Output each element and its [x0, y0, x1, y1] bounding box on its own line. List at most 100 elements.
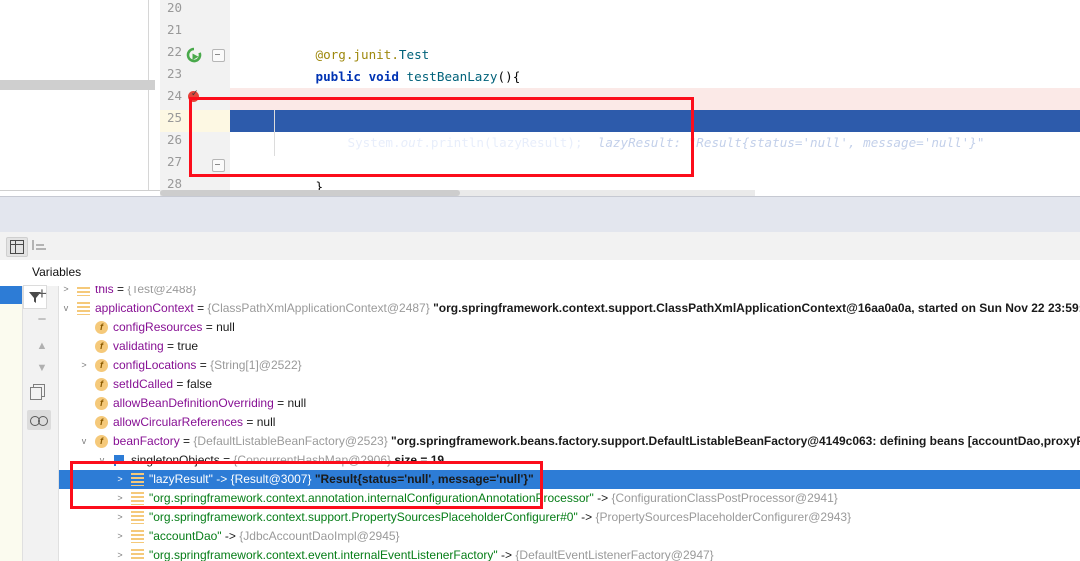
table-view-icon[interactable] [6, 237, 28, 257]
variable-name: this [95, 286, 114, 296]
expand-arrow-icon[interactable]: > [114, 470, 126, 489]
field-icon: f [95, 340, 108, 353]
variable-name: applicationContext [95, 301, 194, 315]
map-entry-key: "org.springframework.context.event.inter… [149, 548, 498, 561]
field-icon: f [95, 397, 108, 410]
map-arrow: -> [224, 529, 236, 543]
code-text-area[interactable]: @org.junit.Test public void testBeanLazy… [230, 0, 1080, 196]
map-entry-key: "accountDao" [149, 529, 222, 543]
variable-row-configresources[interactable]: f configResources = null [59, 318, 1080, 337]
line-number: 28 [166, 176, 182, 191]
collapse-arrow-icon[interactable]: v [96, 451, 108, 470]
breakpoint-verified-check: ✓ [191, 88, 199, 98]
variable-row-configlocations[interactable]: > f configLocations = {String[1]@2522} [59, 356, 1080, 375]
code-line-23: ApplicationContext applicationContext = … [230, 66, 1080, 106]
code-line-25: System.out.println(lazyResult); lazyResu… [230, 110, 1080, 150]
object-icon [77, 286, 90, 296]
variables-side-toolbar[interactable]: + − ▲ ▼ [23, 284, 59, 561]
move-up-button[interactable]: ▲ [32, 336, 52, 356]
variable-row-this[interactable]: > this = {Test@2488} [59, 286, 1080, 299]
variable-name: configLocations [113, 358, 197, 372]
code-line-24: Object lazyResult = applicationContext.g… [230, 88, 1080, 128]
code-line-27: } [230, 154, 1080, 194]
panel-splitter-band[interactable] [0, 196, 1080, 232]
field-icon: f [95, 359, 108, 372]
expand-arrow-icon[interactable]: > [78, 356, 90, 375]
tab-variables[interactable]: Variables [32, 265, 81, 279]
left-panel-divider-band [0, 80, 155, 90]
variable-name: beanFactory [113, 434, 180, 448]
variable-row-beanfactory[interactable]: v f beanFactory = {DefaultListableBeanFa… [59, 432, 1080, 451]
code-line-21: @org.junit.Test [230, 22, 1080, 62]
variable-name: allowCircularReferences [113, 415, 244, 429]
variable-row-allowbeandefinitionoverriding[interactable]: f allowBeanDefinitionOverriding = null [59, 394, 1080, 413]
variable-row-setidcalled[interactable]: f setIdCalled = false [59, 375, 1080, 394]
breakpoint-icon[interactable]: ✓ [188, 88, 199, 102]
variable-row-applicationcontext[interactable]: v applicationContext = {ClassPathXmlAppl… [59, 299, 1080, 318]
map-entry-key: "lazyResult" [149, 472, 213, 486]
variable-type: {String[1]@2522} [210, 358, 302, 372]
variable-type: {DefaultEventListenerFactory@2947} [515, 548, 714, 561]
map-arrow: -> [597, 491, 609, 505]
editor-gutter[interactable]: 20 21 22 23 24 25 26 27 28 ✓ [160, 0, 231, 196]
map-arrow: -> [581, 510, 593, 524]
variable-type: {Result@3007} [230, 472, 312, 486]
code-editor[interactable]: 20 21 22 23 24 25 26 27 28 ✓ @org.junit.… [0, 0, 1080, 196]
object-icon [131, 492, 144, 505]
variable-row-allowcircularreferences[interactable]: f allowCircularReferences = null [59, 413, 1080, 432]
expand-arrow-icon[interactable]: > [60, 286, 72, 299]
add-watch-button[interactable]: + [32, 284, 52, 304]
object-icon [131, 473, 144, 486]
variable-row-internalconfigurationannotationprocessor[interactable]: > "org.springframework.context.annotatio… [59, 489, 1080, 508]
expand-arrow-icon[interactable]: > [114, 527, 126, 546]
move-down-button[interactable]: ▼ [32, 358, 52, 378]
line-number: 22 [166, 44, 182, 59]
variable-type: {PropertySourcesPlaceholderConfigurer@29… [595, 510, 852, 524]
debugger-toolbar[interactable] [0, 232, 1080, 261]
field-icon: f [95, 416, 108, 429]
line-number: 26 [166, 132, 182, 147]
copy-icon[interactable] [30, 384, 46, 400]
frames-selected-row[interactable] [0, 286, 22, 304]
variables-tree[interactable]: > this = {Test@2488} v applicationContex… [59, 286, 1080, 561]
variable-row-internaleventlistenerfactory[interactable]: > "org.springframework.context.event.int… [59, 546, 1080, 561]
fold-toggle-icon[interactable] [212, 49, 225, 62]
variable-name: setIdCalled [113, 377, 174, 391]
object-icon [131, 530, 144, 543]
variable-value-string: "org.springframework.beans.factory.suppo… [391, 434, 1080, 448]
variable-row-lazyresult[interactable]: > "lazyResult" -> {Result@3007} "Result{… [59, 470, 1080, 489]
fold-toggle-icon[interactable] [212, 159, 225, 172]
variable-row-propertysourcesplaceholderconfigurer[interactable]: > "org.springframework.context.support.P… [59, 508, 1080, 527]
expand-arrow-icon[interactable]: > [114, 546, 126, 561]
expand-arrow-icon[interactable]: > [114, 508, 126, 527]
left-panel-fragment-top [0, 0, 149, 81]
variable-type: {Test@2488} [127, 286, 197, 296]
collapse-arrow-icon[interactable]: v [60, 299, 72, 318]
flag-icon [113, 454, 126, 467]
field-icon: f [95, 321, 108, 334]
map-arrow: -> [501, 548, 513, 561]
map-entry-key: "org.springframework.context.annotation.… [149, 491, 594, 505]
left-panel-fragment-bottom [0, 90, 149, 190]
list-view-icon[interactable] [30, 237, 50, 255]
expand-arrow-icon[interactable]: > [114, 489, 126, 508]
variable-name: allowBeanDefinitionOverriding [113, 396, 274, 410]
variable-row-validating[interactable]: f validating = true [59, 337, 1080, 356]
variables-tab-bar[interactable]: Variables [0, 260, 1080, 287]
collapse-arrow-icon[interactable]: v [78, 432, 90, 451]
remove-watch-button[interactable]: − [32, 310, 52, 330]
field-icon: f [95, 435, 108, 448]
variable-row-singletonobjects[interactable]: v singletonObjects = {ConcurrentHashMap@… [59, 451, 1080, 470]
line-number: 25 [166, 110, 182, 125]
watch-icon[interactable] [27, 410, 51, 430]
variable-row-accountdao[interactable]: > "accountDao" -> {JdbcAccountDaoImpl@29… [59, 527, 1080, 546]
run-test-icon[interactable] [186, 47, 202, 63]
variable-name: validating [113, 339, 164, 353]
frames-panel-fragment[interactable]: rt) ) efle ers.. ) s.m emo [0, 286, 22, 561]
object-icon [77, 302, 90, 315]
field-icon: f [95, 378, 108, 391]
line-number: 27 [166, 154, 182, 169]
line-number: 21 [166, 22, 182, 37]
variable-name: singletonObjects [131, 453, 220, 467]
line-number: 24 [166, 88, 182, 103]
